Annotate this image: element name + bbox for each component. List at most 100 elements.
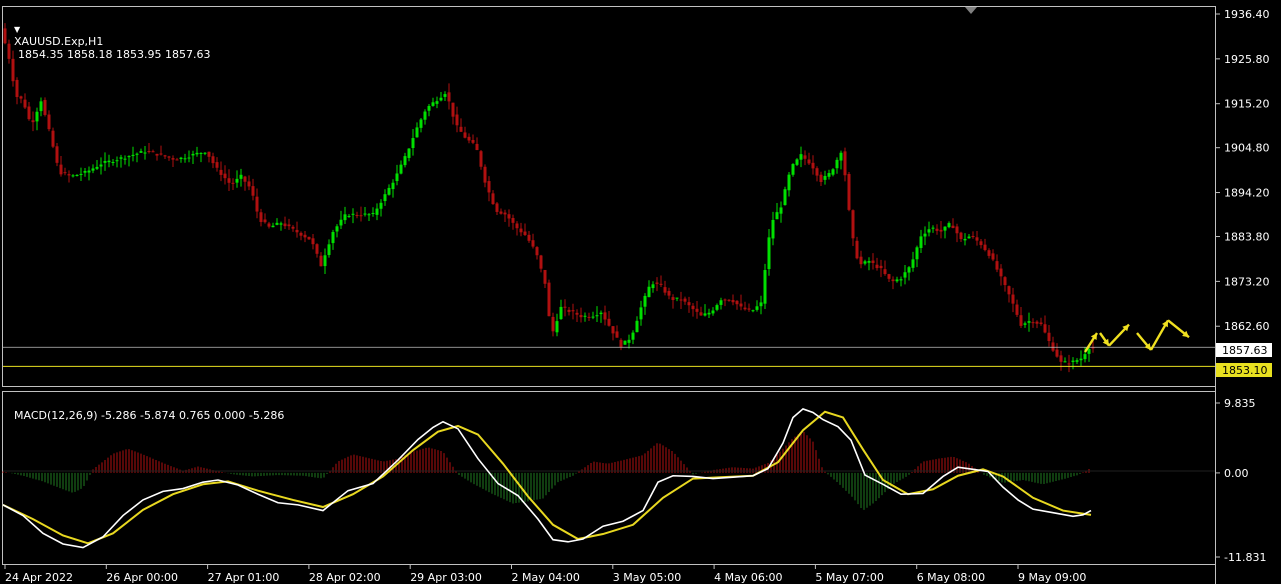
candle-body xyxy=(207,151,211,157)
candle-body xyxy=(231,182,235,184)
candle-body xyxy=(327,244,331,255)
candle-body xyxy=(455,114,459,126)
candle-body xyxy=(995,261,999,270)
candle-body xyxy=(515,223,519,229)
time-tick-label: 6 May 08:00 xyxy=(917,571,985,584)
candle-body xyxy=(811,162,815,169)
time-tick-label: 27 Apr 01:00 xyxy=(208,571,280,584)
candle-body xyxy=(799,154,803,160)
candle-body xyxy=(691,305,695,310)
macd-tick-label: -11.831 xyxy=(1224,551,1266,564)
candle-body xyxy=(1051,342,1055,351)
macd-header: MACD(12,26,9) -5.286 -5.874 0.765 0.000 … xyxy=(7,396,284,422)
candle-body xyxy=(779,207,783,214)
candle-body xyxy=(943,226,947,231)
candle-body xyxy=(87,170,91,173)
candle-body xyxy=(551,316,555,332)
time-tick-label: 24 Apr 2022 xyxy=(5,571,73,584)
candle-body xyxy=(511,217,515,223)
candle-body xyxy=(267,223,271,227)
candle-body xyxy=(647,286,651,298)
candle-body xyxy=(579,315,583,318)
price-tick-label: 1936.40 xyxy=(1224,8,1270,21)
candle-body xyxy=(1059,355,1063,362)
candle-body xyxy=(755,306,759,310)
candle-body xyxy=(631,332,635,340)
trading-chart[interactable]: 1936.40 1925.80 1915.20 1904.80 1894.20 1883.… xyxy=(0,0,1281,584)
candle-body xyxy=(1011,294,1015,304)
candle-body xyxy=(119,157,123,159)
candle-body xyxy=(1039,322,1043,325)
candle-body xyxy=(239,174,243,179)
candle-body xyxy=(727,299,731,301)
candle-body xyxy=(875,264,879,269)
candle-body xyxy=(471,140,475,143)
level-price-label: 1853.10 xyxy=(1222,364,1268,377)
candle-body xyxy=(251,186,255,196)
candle-body xyxy=(247,181,251,187)
candle-body xyxy=(687,302,691,306)
candle-body xyxy=(907,267,911,273)
candle-body xyxy=(307,236,311,240)
candle-body xyxy=(771,219,775,239)
candle-body xyxy=(99,164,103,167)
candle-body xyxy=(711,310,715,314)
time-tick-label: 5 May 07:00 xyxy=(815,571,883,584)
candle-body xyxy=(595,315,599,317)
candle-body xyxy=(991,253,995,260)
candle-body xyxy=(867,261,871,263)
candle-body xyxy=(1087,349,1091,354)
candle-body xyxy=(63,172,67,174)
candle-body xyxy=(59,164,63,175)
candle-body xyxy=(835,159,839,169)
candle-body xyxy=(35,111,39,122)
candle-body xyxy=(531,240,535,247)
candle-body xyxy=(259,212,263,222)
symbol-dropdown-icon[interactable]: ▼ xyxy=(14,25,20,34)
candle-body xyxy=(683,298,687,302)
symbol-label[interactable]: XAUUSD.Exp,H1 xyxy=(14,35,103,48)
candle-body xyxy=(463,132,467,138)
candle-body xyxy=(15,79,19,97)
candle-body xyxy=(855,240,859,259)
candle-body xyxy=(43,99,47,115)
candle-body xyxy=(891,279,895,282)
candle-body xyxy=(703,313,707,316)
candle-body xyxy=(411,138,415,149)
candle-body xyxy=(487,181,491,193)
candle-body xyxy=(359,215,363,217)
candle-body xyxy=(519,228,523,233)
candle-body xyxy=(847,174,851,210)
macd-tick-label: 0.00 xyxy=(1224,467,1249,480)
current-price-label: 1857.63 xyxy=(1222,344,1268,357)
candle-body xyxy=(175,159,179,161)
candle-body xyxy=(903,272,907,278)
candle-body xyxy=(423,111,427,120)
candle-body xyxy=(955,226,959,234)
candle-body xyxy=(287,224,291,227)
time-tick-label: 28 Apr 02:00 xyxy=(309,571,381,584)
candle-body xyxy=(1055,349,1059,357)
candle-body xyxy=(383,194,387,202)
candle-body xyxy=(295,229,299,233)
candle-body xyxy=(915,247,919,260)
candle-body xyxy=(199,152,203,154)
candle-body xyxy=(575,312,579,315)
candle-body xyxy=(467,136,471,141)
candle-body xyxy=(815,168,819,176)
candle-body xyxy=(391,182,395,190)
candle-body xyxy=(91,168,95,171)
candle-body xyxy=(187,157,191,159)
candle-body xyxy=(827,173,831,177)
macd-tick-label: 9.835 xyxy=(1224,397,1256,410)
macd-indicator-label[interactable]: MACD(12,26,9) -5.286 -5.874 0.765 0.000 … xyxy=(14,409,284,422)
candle-body xyxy=(483,166,487,183)
candle-body xyxy=(291,226,295,229)
candle-body xyxy=(223,173,227,179)
candle-body xyxy=(299,232,303,236)
candle-body xyxy=(975,237,979,241)
candle-body xyxy=(787,174,791,191)
candle-body xyxy=(151,151,155,153)
candle-body xyxy=(419,119,423,128)
candle-body xyxy=(155,153,159,156)
